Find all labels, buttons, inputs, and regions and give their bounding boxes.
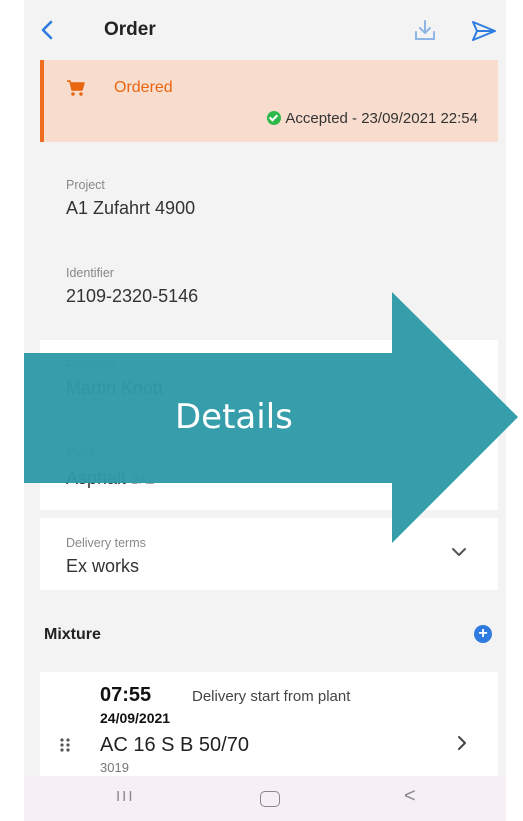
plus-circle-icon[interactable]: + <box>474 625 492 643</box>
recent-apps-button[interactable]: III <box>116 788 135 805</box>
back-icon[interactable] <box>36 16 60 44</box>
mixture-code: 3019 <box>100 760 129 775</box>
delivery-terms-select[interactable]: Delivery terms Ex works <box>40 518 498 590</box>
drag-handle-icon[interactable] <box>60 738 70 752</box>
accepted-text: Accepted - 23/09/2021 22:54 <box>285 110 478 127</box>
foreman-value: Martin Knott <box>66 378 164 398</box>
status-label: Ordered <box>114 79 173 96</box>
mixture-name: AC 16 S B 50/70 <box>100 734 249 756</box>
plant-suffix: BAZ <box>131 473 155 487</box>
identifier-label: Identifier <box>66 266 114 280</box>
accepted-status: Accepted - 23/09/2021 22:54 <box>267 110 478 127</box>
foreman-label: Foreman <box>66 358 117 372</box>
identifier-value: 2109-2320-5146 <box>66 286 199 306</box>
project-value: A1 Zufahrt 4900 <box>66 198 196 218</box>
app-header: Order <box>24 0 506 60</box>
home-button[interactable] <box>260 791 280 807</box>
system-nav-bar: III < <box>24 776 506 821</box>
mixture-time: 07:55 <box>100 684 152 706</box>
plant-value: Asphalt BAZ <box>66 468 154 489</box>
page-title: Order <box>104 19 156 40</box>
order-status-banner: Ordered Accepted - 23/09/2021 22:54 <box>40 60 498 142</box>
close-icon[interactable]: × <box>456 366 468 389</box>
mixture-description: Delivery start from plant <box>192 688 351 705</box>
check-circle-icon <box>267 111 282 125</box>
plant-label: Plant <box>66 446 95 460</box>
download-icon[interactable] <box>412 16 438 44</box>
list-item[interactable]: 07:55 Delivery start from plant 24/09/20… <box>40 672 498 780</box>
plant-name: Asphalt <box>66 468 127 488</box>
project-label: Project <box>66 178 105 192</box>
details-label: Details <box>175 397 293 437</box>
mixture-date: 24/09/2021 <box>100 710 171 726</box>
delivery-terms-label: Delivery terms <box>66 536 146 550</box>
chevron-down-icon[interactable] <box>450 546 468 558</box>
chevron-right-icon[interactable] <box>456 734 468 752</box>
plant-field[interactable]: Plant Asphalt BAZ <box>40 428 498 510</box>
mixture-section-title: Mixture <box>44 626 101 643</box>
cart-icon <box>67 80 85 96</box>
system-back-button[interactable]: < <box>404 785 416 808</box>
delivery-terms-value: Ex works <box>66 556 140 576</box>
send-icon[interactable] <box>470 18 498 44</box>
